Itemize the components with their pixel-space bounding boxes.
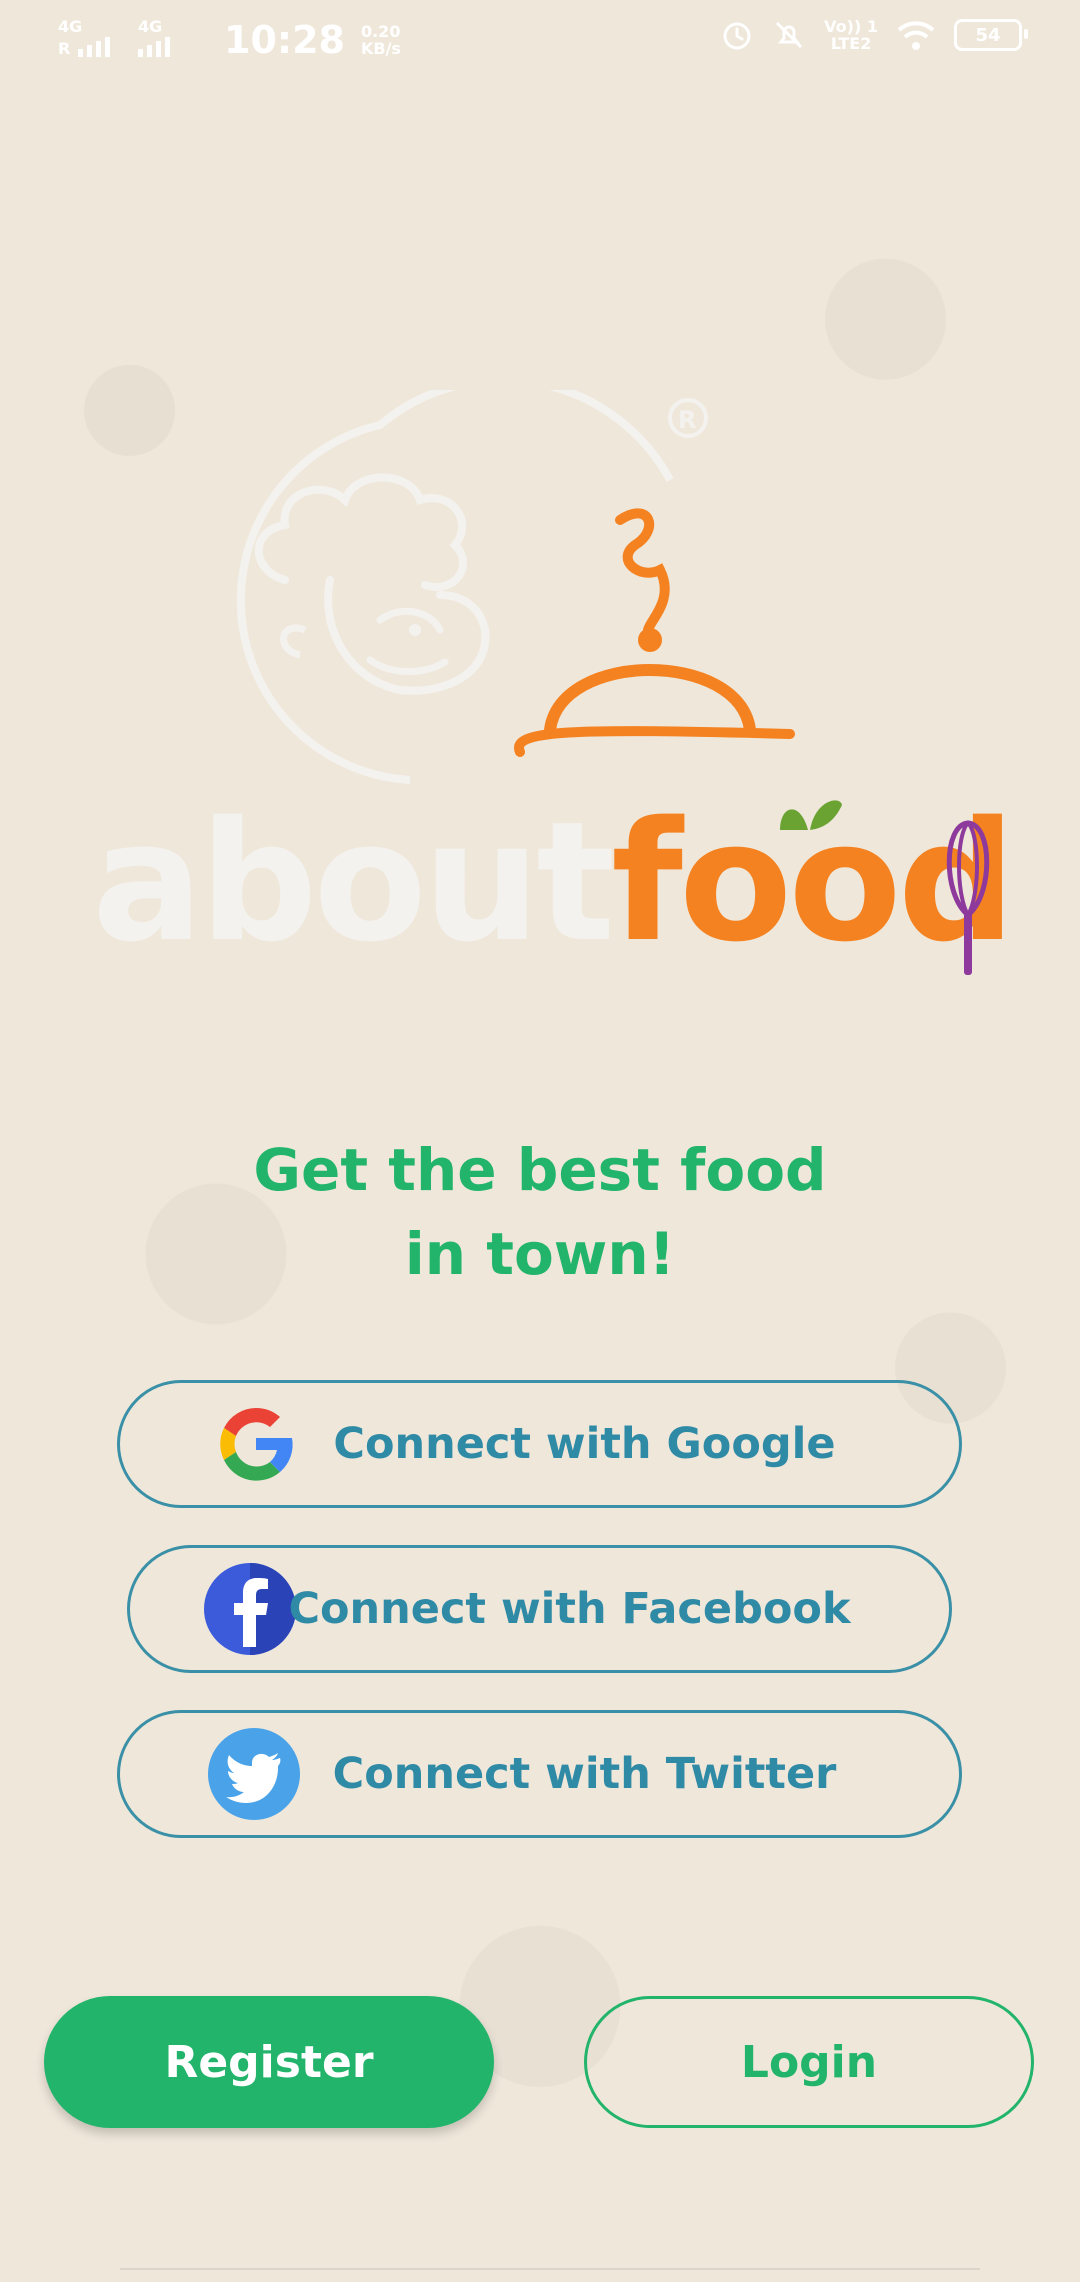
leaf-icon [780,800,842,830]
connect-google-button[interactable]: Connect with Google [117,1380,962,1508]
connect-facebook-label: Connect with Facebook [288,1584,851,1634]
network-type-1: 4G [58,17,83,36]
signal-bars-1 [78,37,110,57]
registered-mark: R [678,406,696,434]
signal-2: 4G [138,19,208,61]
register-button[interactable]: Register [44,1996,494,2128]
tagline-line1: Get the best food [253,1136,827,1204]
status-left: 4G R 4G 10:28 0.20 KB/s [58,18,401,62]
volte-indicator: Vo)) 1 LTE2 [824,18,878,52]
login-button[interactable]: Login [584,1996,1034,2128]
cloche-icon [514,508,795,757]
logo-word-about: about [92,786,615,978]
network-speed: 0.20 KB/s [361,23,401,57]
connect-twitter-label: Connect with Twitter [332,1749,837,1799]
status-right: Vo)) 1 LTE2 54 [720,18,1028,52]
connect-facebook-button[interactable]: Connect with Facebook [127,1545,952,1673]
mute-icon [776,21,803,49]
speed-unit: KB/s [360,39,401,58]
app-logo: R aboutfood [80,390,1020,990]
signal-bars-2 [138,37,170,57]
signal-1: 4G R [58,19,128,61]
speed-value: 0.20 [360,22,401,41]
roaming-indicator: R [58,39,71,58]
connect-twitter-button[interactable]: Connect with Twitter [117,1710,962,1838]
whisk-icon [946,820,990,975]
logo-wordmark: aboutfood [92,800,1016,965]
status-bar: 4G R 4G 10:28 0.20 KB/s Vo)) 1 LTE2 54 [0,0,1080,84]
volte-line1: Vo)) 1 [824,17,878,36]
clock: 10:28 [224,18,345,62]
volte-line2: LTE2 [830,34,872,53]
connect-google-label: Connect with Google [333,1419,836,1469]
tagline: Get the best food in town! [0,1128,1080,1296]
battery-level: 54 [975,24,1001,46]
tagline-line2: in town! [404,1220,676,1288]
wifi-icon [897,21,935,50]
network-type-2: 4G [138,17,163,36]
battery-indicator: 54 [954,19,1028,51]
alarm-icon [723,22,751,50]
